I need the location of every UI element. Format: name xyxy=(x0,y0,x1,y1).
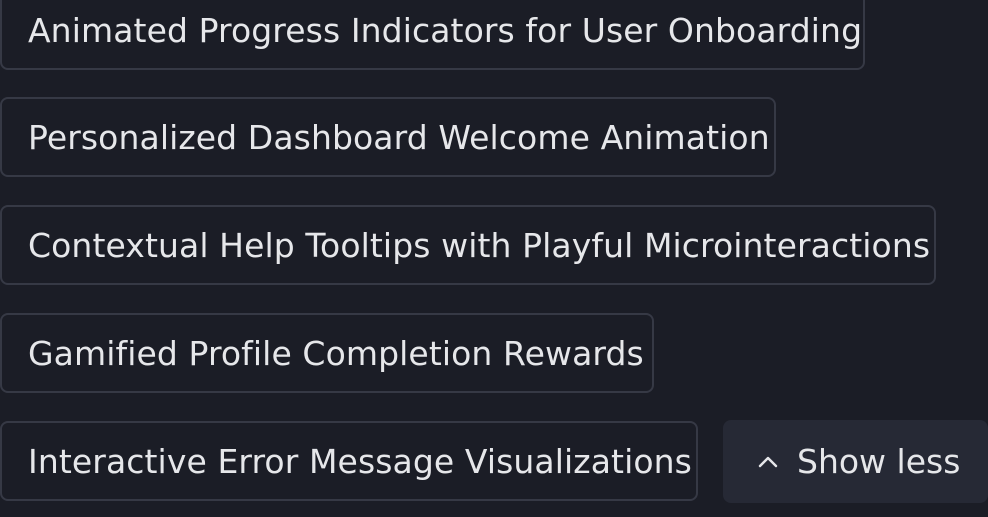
show-less-label: Show less xyxy=(797,442,961,481)
suggestion-chip[interactable]: Personalized Dashboard Welcome Animation xyxy=(0,97,776,177)
suggestion-chip[interactable]: Interactive Error Message Visualizations xyxy=(0,421,698,501)
suggestion-label: Interactive Error Message Visualizations xyxy=(28,441,692,481)
suggestion-chip[interactable]: Animated Progress Indicators for User On… xyxy=(0,0,865,70)
suggestion-chip[interactable]: Contextual Help Tooltips with Playful Mi… xyxy=(0,205,936,285)
suggestion-label: Gamified Profile Completion Rewards xyxy=(28,333,644,373)
suggestion-label: Contextual Help Tooltips with Playful Mi… xyxy=(28,225,931,265)
chevron-up-icon xyxy=(757,451,779,473)
suggestion-chip[interactable]: Gamified Profile Completion Rewards xyxy=(0,313,654,393)
show-less-button[interactable]: Show less xyxy=(723,420,988,503)
suggestion-label: Animated Progress Indicators for User On… xyxy=(28,10,863,50)
suggestion-label: Personalized Dashboard Welcome Animation xyxy=(28,117,770,157)
